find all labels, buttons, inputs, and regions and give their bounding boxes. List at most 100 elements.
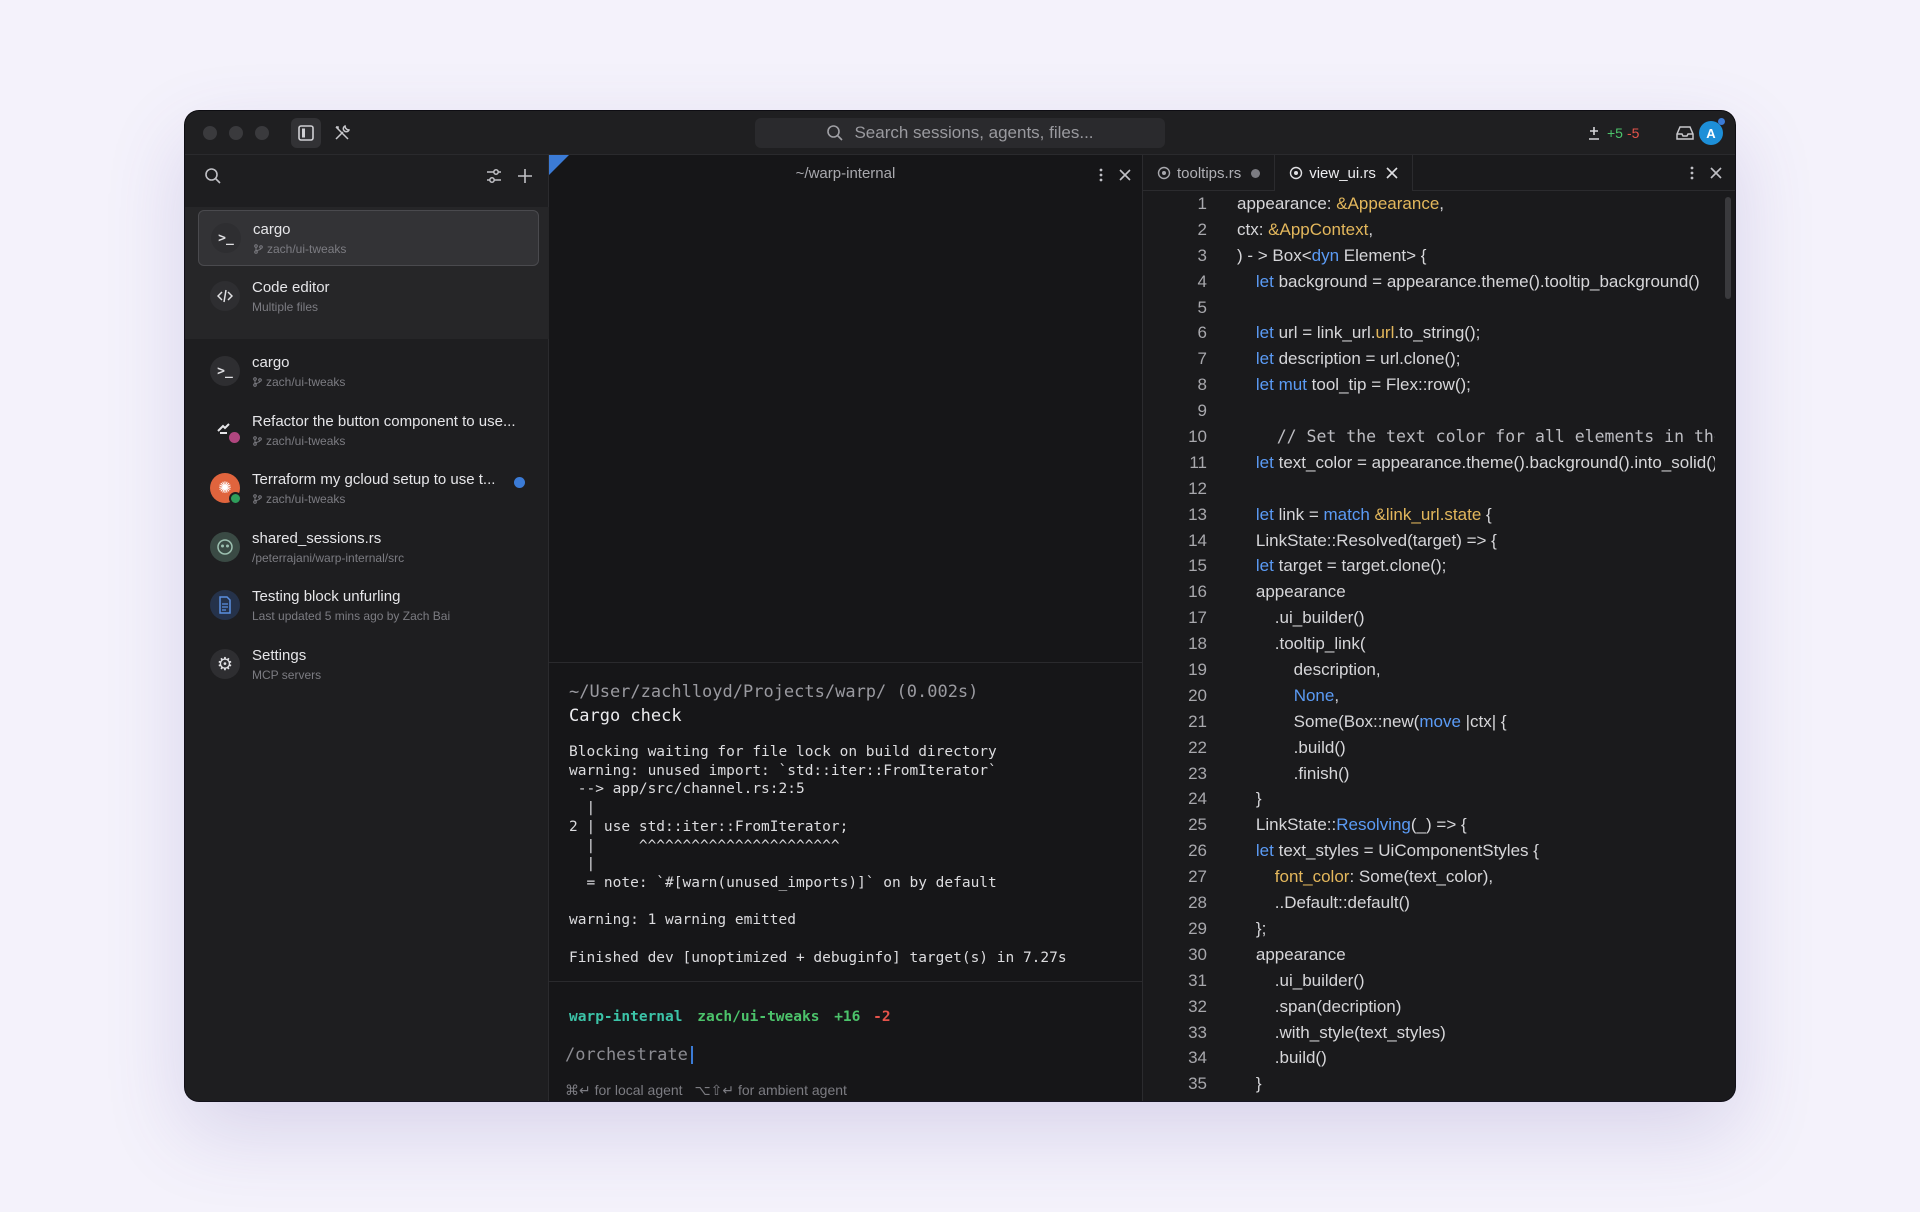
tools-button[interactable] [327,118,357,148]
line-number: 30 [1188,944,1207,964]
line-number: 32 [1188,996,1207,1016]
tab-tooltips[interactable]: tooltips.rs [1143,155,1274,191]
code-line: // Set the text color for all elements i… [1276,427,1715,447]
terminal-icon: >_ [210,356,240,386]
close-window-button[interactable] [203,126,217,140]
line-number: 20 [1188,685,1207,705]
global-search-input[interactable]: Search sessions, agents, files... [755,118,1165,148]
minimize-window-button[interactable] [229,126,243,140]
search-placeholder: Search sessions, agents, files... [854,123,1094,142]
sidebar-item-cargo-active[interactable]: >_ cargo zach/ui-tweaks [198,210,539,266]
close-tab-icon[interactable] [1386,167,1398,179]
agent-icon [210,415,240,445]
line-number: 14 [1188,530,1207,550]
claude-agent-icon: ✺ [210,473,242,505]
sidebar-header [185,155,548,197]
branch-icon [253,493,262,504]
sidebar-item-subtitle: Last updated 5 mins ago by Zach Bai [252,608,451,623]
sidebar-item-testing-block[interactable]: Testing block unfurling Last updated 5 m… [198,577,539,633]
shared-session-icon [210,532,240,562]
editor-more-icon[interactable] [1689,165,1695,181]
line-number: 6 [1197,323,1207,343]
code-line: appearance [1237,944,1346,964]
sidebar-item-title: Refactor the button component to use... [252,412,516,430]
hint-local: for local agent [594,1082,683,1098]
code-line: font_color: Some(text_color), [1274,867,1494,887]
block-path: ~/User/zachlloyd/Projects/warp/ (0.002s) [569,682,979,702]
close-pane-icon[interactable] [1118,168,1132,182]
line-number: 16 [1188,582,1207,602]
line-number: 33 [1188,1022,1207,1042]
unsaved-dot [1251,168,1261,178]
line-number: 31 [1188,970,1207,990]
sidebar-item-refactor[interactable]: Refactor the button component to use... … [198,402,539,458]
code-line: appearance [1237,582,1346,602]
editor-scrollbar[interactable] [1725,197,1731,299]
code-content[interactable]: appearance: &Appearance, ctx: &AppContex… [1237,191,1715,1097]
line-number: 9 [1197,401,1207,421]
sidebar-item-terraform[interactable]: ✺ Terraform my gcloud setup to use t... … [198,460,539,516]
sidebar-item-title: Code editor [252,278,330,296]
line-number: 13 [1188,504,1207,524]
title-bar: Search sessions, agents, files... +5 -5 … [185,111,1735,155]
line-number: 18 [1188,634,1207,654]
editor-tabs: tooltips.rs view_ui.rs [1143,155,1735,191]
sidebar-item-shared-sessions[interactable]: shared_sessions.rs /peterrajani/warp-int… [198,519,539,575]
prompt-repo: warp-internal [569,1009,683,1025]
code-line: let text_styles = UiComponentStyles { [1255,841,1539,861]
zoom-window-button[interactable] [255,126,269,140]
code-line: let link = match &link_url.state { [1255,504,1492,524]
code-line: let background = appearance.theme().tool… [1255,271,1700,291]
code-line: .build() [1237,737,1346,757]
line-number: 19 [1188,660,1207,680]
filter-icon[interactable] [485,167,503,185]
diff-indicator[interactable]: +5 -5 [1587,111,1639,155]
search-icon [827,125,844,141]
document-icon [210,590,240,620]
code-line: ctx: &AppContext, [1237,219,1374,239]
close-editor-icon[interactable] [1709,166,1723,180]
prompt-branch: zach/ui-tweaks [697,1009,820,1025]
code-line: let url = link_url.url.to_string(); [1255,323,1481,343]
branch-icon [253,376,262,387]
rust-file-icon [1157,166,1171,180]
code-editor-pane[interactable]: tooltips.rs view_ui.rs 1 2 3 4 5 6 7 8 9 10 11 12 13… [1143,155,1735,1101]
hint-local-keys: ⌘↵ [565,1082,591,1098]
code-line: } [1237,1074,1262,1094]
line-number: 8 [1197,375,1207,395]
notification-dot [1718,118,1725,125]
rust-file-icon [1290,166,1303,180]
terminal-pane[interactable]: ~/warp-internal ~/User/zachlloyd/Project… [549,155,1143,1101]
tab-label: tooltips.rs [1177,164,1242,182]
sidebar-item-title: cargo [252,353,290,371]
sidebar-item-cargo[interactable]: >_ cargo zach/ui-tweaks [198,343,539,399]
inbox-button[interactable] [1675,111,1695,155]
prompt-del: -2 [873,1009,891,1025]
sidebar-item-subtitle: zach/ui-tweaks [266,374,346,389]
command-block[interactable]: ~/User/zachlloyd/Projects/warp/ (0.002s)… [549,662,1142,982]
line-number: 4 [1197,271,1207,291]
sidebar-item-code-editor[interactable]: Code editor Multiple files [198,268,539,324]
branch-icon [253,435,262,446]
new-session-icon[interactable] [516,167,534,185]
code-line: LinkState::Resolved(target) => { [1237,530,1497,550]
tab-view-ui[interactable]: view_ui.rs [1274,155,1413,191]
terminal-input[interactable]: /orchestrate [565,1045,693,1065]
code-line: .build() [1237,1048,1327,1068]
diff-add-count: +5 [1607,125,1623,141]
more-options-icon[interactable] [1098,167,1104,183]
line-number: 10 [1188,427,1207,447]
line-number: 27 [1188,867,1207,887]
check-icon [229,492,242,505]
toggle-sidebar-button[interactable] [291,118,321,148]
line-number: 25 [1188,815,1207,835]
input-hints: ⌘↵ for local agent ⌥⇧↵ for ambient agent [565,1082,847,1099]
code-line: None, [1293,685,1340,705]
sidebar-item-settings[interactable]: ⚙ Settings MCP servers [198,636,539,692]
agent-status-dot [229,432,240,443]
line-number: 2 [1197,219,1207,239]
sidebar-search-icon[interactable] [204,167,222,185]
code-line: .finish() [1237,763,1350,783]
